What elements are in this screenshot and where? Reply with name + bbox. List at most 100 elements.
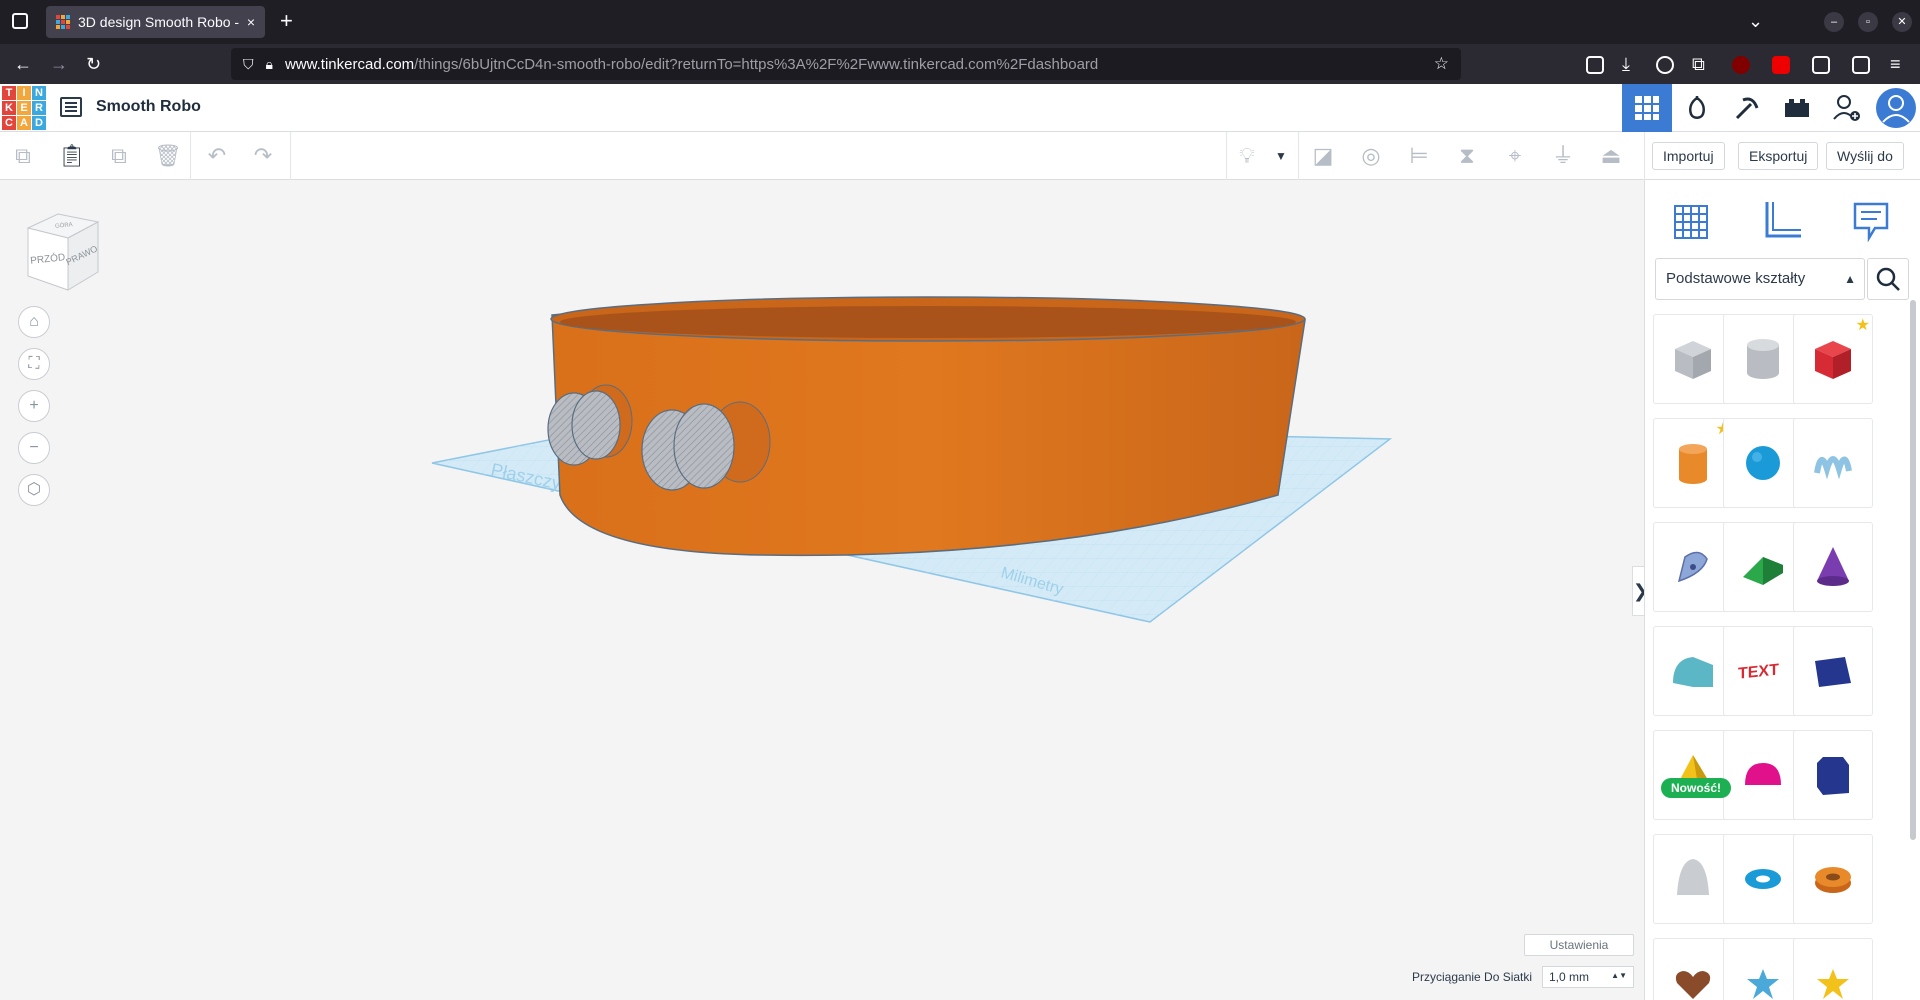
mirror-icon[interactable]: ⧗ [1454,144,1480,168]
redo-icon[interactable]: ↷ [250,144,276,168]
maximize-button[interactable]: ▫ [1858,12,1878,32]
shape-generator-icon [1677,551,1708,583]
browser-tab[interactable]: 3D design Smooth Robo - × [46,6,265,38]
tab-close-button[interactable]: × [247,14,255,30]
align-icon[interactable]: ⊨ [1406,144,1432,168]
shape-paraboloid[interactable] [1653,834,1733,924]
extension-badge-icon[interactable] [1812,56,1830,74]
bookmark-star-icon[interactable]: ☆ [1434,54,1449,74]
back-icon[interactable]: ← [14,54,32,74]
lock-icon[interactable]: 🔒︎ [266,56,273,73]
snap-grid-value: 1,0 mm [1549,970,1590,984]
lightbulb-icon[interactable]: 💡︎ [1234,144,1260,168]
shape-polygon[interactable] [1793,730,1873,820]
forward-icon[interactable]: → [50,54,68,74]
user-avatar[interactable] [1876,88,1916,128]
shape-sphere[interactable] [1723,418,1803,508]
shape-text[interactable]: TEXT [1723,626,1803,716]
address-bar[interactable]: ⛉ 🔒︎ www.tinkercad.com/things/6bUjtnCcD4… [231,48,1461,80]
select-arrow-icon: ▲▼ [1611,971,1627,980]
scribble-icon [1814,456,1852,480]
menu-icon[interactable]: ≡ [1890,54,1901,74]
3d-design-view-button[interactable] [1622,84,1672,132]
shape-heart[interactable] [1653,938,1733,1000]
shape-tube[interactable] [1793,834,1873,924]
shape-shape-generator[interactable] [1653,522,1733,612]
shape-roof[interactable] [1723,522,1803,612]
roof-icon [1743,557,1783,585]
shape-star-gold[interactable] [1793,938,1873,1000]
copy-icon[interactable]: ⧉ [10,144,36,168]
design-list-icon[interactable] [60,97,82,117]
tinkercad-logo[interactable]: TIN KER CAD [2,86,46,130]
workplane-tool-icon[interactable]: ⏚ [1550,144,1576,168]
account-icon[interactable] [1656,56,1674,74]
sphere-icon [1746,446,1780,480]
brick-icon [1785,99,1809,117]
shape-box[interactable]: ★ [1793,314,1873,404]
sidebar-icon[interactable] [1852,56,1870,74]
paste-icon[interactable]: 📋︎ [58,144,86,168]
settings-button[interactable]: Ustawienia [1524,934,1634,956]
new-tab-button[interactable]: + [280,10,293,32]
shape-cone[interactable] [1793,522,1873,612]
ublock-icon[interactable] [1732,56,1750,74]
avatar-icon [1882,95,1910,123]
3d-viewport[interactable]: PRZÓD PRAWO GÓRA ⌂ ⛶ + − ⬡ Płaszczyzna M… [0,180,1644,1000]
shape-box-hole[interactable] [1653,314,1733,404]
cruise-icon[interactable]: ⌖ [1502,144,1528,168]
ruler-icon[interactable] [1759,198,1803,242]
shape-star[interactable] [1723,938,1803,1000]
show-all-dropdown-icon[interactable]: ▼ [1268,144,1294,168]
send-to-button[interactable]: Wyślij do [1826,142,1904,170]
sim-lab-button[interactable] [1672,84,1722,132]
group-icon[interactable]: ◪ [1310,144,1336,168]
pocket-icon[interactable] [1586,56,1604,74]
tab-list-icon[interactable] [12,13,28,29]
invite-user-button[interactable] [1822,84,1872,132]
shape-cylinder-hole[interactable] [1723,314,1803,404]
shield-icon[interactable]: ⛉ [243,56,254,73]
delete-icon[interactable]: 🗑︎ [154,144,182,168]
import-button[interactable]: Importuj [1652,142,1725,170]
shape-pyramid[interactable] [1653,730,1733,820]
logo-letter: K [2,101,16,115]
snap-grid-select[interactable]: 1,0 mm ▲▼ [1542,966,1634,988]
youtube-ext-icon[interactable] [1772,56,1790,74]
torus-icon [1745,869,1781,889]
downloads-icon[interactable]: ⤓ [1622,54,1630,74]
workplane-panel-icon[interactable] [1669,198,1713,242]
cylinder-hole-icon [1747,339,1779,379]
box-hole-icon [1675,341,1711,379]
half-sphere-icon [1745,763,1781,785]
shape-half-sphere[interactable] [1723,730,1803,820]
undo-icon[interactable]: ↶ [204,144,230,168]
editor-toolbar: ⧉ 📋︎ ⧉ 🗑︎ ↶ ↷ 💡︎ ▼ ◪ ◎ ⊨ ⧗ ⌖ ⏚ ⏏ Importu… [0,132,1920,180]
minimize-button[interactable]: – [1824,12,1844,32]
shape-cylinder[interactable]: ★ [1653,418,1733,508]
shape-round-roof[interactable] [1653,626,1733,716]
star-icon [1747,969,1779,999]
shape-scribble[interactable] [1793,418,1873,508]
shape-category-select[interactable]: Podstawowe kształty ▲▼ [1655,258,1865,326]
shape-category-value: Podstawowe kształty [1666,270,1806,287]
minecraft-bricks-button[interactable] [1722,84,1772,132]
ungroup-icon[interactable]: ◎ [1358,144,1384,168]
close-window-button[interactable]: ✕ [1892,12,1912,32]
design-title[interactable]: Smooth Robo [96,98,201,116]
reload-icon[interactable]: ↻ [86,54,101,74]
shape-wedge[interactable] [1793,626,1873,716]
tab-title: 3D design Smooth Robo - [78,14,240,30]
shape-search-button[interactable] [1867,258,1909,300]
panel-scrollbar[interactable] [1910,300,1916,840]
export-button[interactable]: Eksportuj [1738,142,1819,170]
blocks-button[interactable] [1772,84,1822,132]
heart-icon [1675,971,1711,999]
duplicate-icon[interactable]: ⧉ [106,144,132,168]
logo-letter: T [2,86,16,100]
notes-icon[interactable] [1849,198,1893,243]
drop-to-plane-icon[interactable]: ⏏ [1598,144,1624,168]
shape-torus[interactable] [1723,834,1803,924]
extensions-icon[interactable]: ⧉ [1692,54,1705,74]
list-all-tabs-icon[interactable]: ⌄ [1748,11,1763,32]
